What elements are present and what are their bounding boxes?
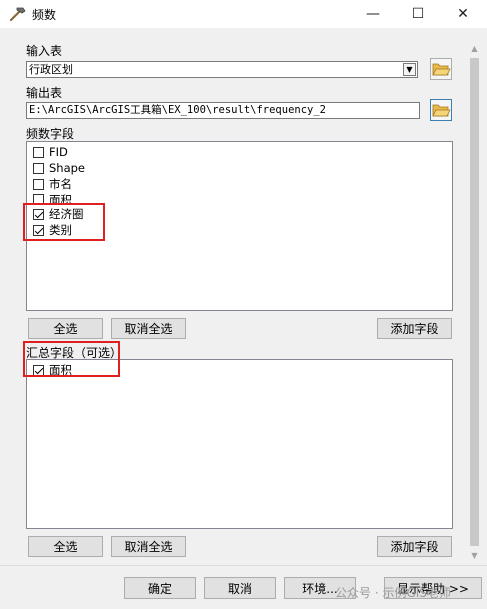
scroll-down-icon[interactable]: ▼ [466,547,483,564]
list-item[interactable]: Shape [33,160,85,176]
footer-divider [0,565,487,566]
input-table-label: 输入表 [26,44,63,58]
frequency-add-field-button[interactable]: 添加字段 [377,318,452,339]
minimize-button[interactable]: — [350,0,396,28]
field-label: Shape [49,161,86,175]
checkbox[interactable] [33,194,44,203]
highlight-box [23,341,120,377]
checkbox[interactable] [33,146,44,158]
input-table-browse-button[interactable] [430,58,452,80]
field-label: 面积 [49,193,72,203]
output-table-label: 输出表 [26,86,63,100]
summary-fields-list[interactable]: 面积 [26,359,453,529]
scrollbar-thumb[interactable] [470,58,479,546]
summary-add-field-button[interactable]: 添加字段 [377,536,452,557]
summary-clear-all-button[interactable]: 取消全选 [111,536,186,557]
ok-button[interactable]: 确定 [124,577,196,599]
list-item[interactable]: FID [33,144,68,160]
highlight-box [23,203,105,241]
cancel-button[interactable]: 取消 [204,577,276,599]
checkbox[interactable] [33,178,44,190]
maximize-button[interactable]: ☐ [395,0,441,28]
title-bar[interactable]: 频数 — ☐ ✕ [0,0,487,28]
input-table-dropdown[interactable]: 行政区划 ▼ [26,61,418,78]
frequency-select-all-button[interactable]: 全选 [28,318,103,339]
output-table-value: E:\ArcGIS\ArcGIS工具箱\EX_100\result\freque… [29,104,327,116]
maximize-icon: ☐ [411,6,425,22]
field-label: 市名 [49,177,72,191]
open-folder-icon [432,104,451,117]
watermark: 公众号 · 示例GIS老师 [335,586,451,600]
dropdown-arrow-icon[interactable]: ▼ [403,63,416,76]
list-item[interactable]: 面积 [33,192,72,203]
frequency-fields-label: 频数字段 [26,127,75,141]
vertical-scrollbar[interactable]: ▲ ▼ [466,40,483,564]
open-folder-icon [432,63,451,76]
output-table-field[interactable]: E:\ArcGIS\ArcGIS工具箱\EX_100\result\freque… [26,102,420,119]
checkbox[interactable] [33,162,44,174]
window-title: 频数 [32,8,57,22]
field-label: FID [49,145,68,159]
close-button[interactable]: ✕ [440,0,486,28]
frequency-clear-all-button[interactable]: 取消全选 [111,318,186,339]
output-table-browse-button[interactable] [430,99,452,121]
close-icon: ✕ [457,6,469,22]
hammer-icon [9,7,26,22]
minimize-icon: — [366,6,380,22]
list-item[interactable]: 市名 [33,176,72,192]
input-table-value: 行政区划 [29,63,73,76]
scroll-up-icon[interactable]: ▲ [466,40,483,57]
summary-select-all-button[interactable]: 全选 [28,536,103,557]
